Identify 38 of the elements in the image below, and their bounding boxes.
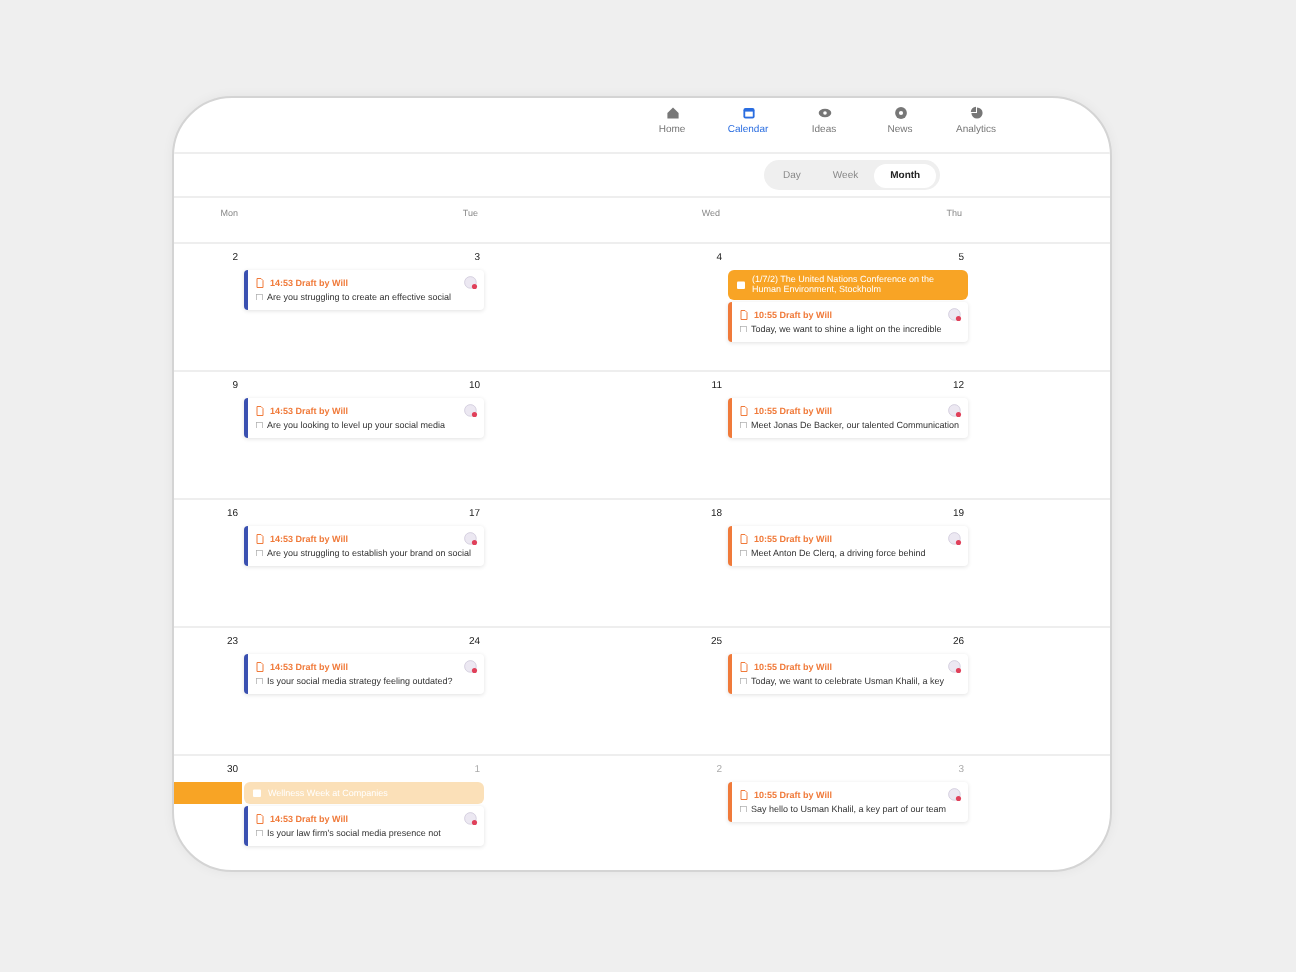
document-icon — [740, 790, 748, 800]
document-icon — [740, 534, 748, 544]
avatar-icon — [948, 788, 962, 802]
document-icon — [740, 309, 748, 320]
text-icon — [256, 549, 263, 557]
avatar-icon — [464, 812, 478, 826]
avatar-icon — [948, 660, 962, 674]
avatar-icon — [948, 307, 962, 322]
text-icon — [256, 293, 263, 301]
eye-icon — [817, 106, 831, 120]
document-icon — [256, 534, 264, 544]
text-icon — [256, 677, 263, 685]
calendar-icon — [252, 788, 262, 798]
calendar-icon — [736, 279, 746, 290]
text-icon — [740, 677, 747, 685]
avatar-icon — [464, 404, 478, 418]
pie-chart-icon — [969, 106, 983, 120]
document-icon — [740, 662, 748, 672]
text-icon — [740, 805, 747, 813]
avatar-icon — [948, 404, 962, 418]
home-icon — [665, 106, 679, 120]
avatar-icon — [464, 660, 478, 674]
text-icon — [256, 421, 263, 429]
document-icon — [740, 406, 748, 416]
avatar-icon — [948, 532, 962, 546]
avatar-icon — [464, 276, 478, 290]
document-icon — [256, 406, 264, 416]
calendar-icon — [741, 106, 755, 120]
text-icon — [740, 421, 747, 429]
all-day-event[interactable] — [174, 782, 242, 804]
avatar-icon — [464, 532, 478, 546]
text-icon — [740, 325, 747, 333]
gear-icon — [893, 106, 907, 120]
text-icon — [740, 549, 747, 557]
document-icon — [256, 278, 264, 288]
document-icon — [256, 814, 264, 824]
document-icon — [256, 662, 264, 672]
text-icon — [256, 829, 263, 837]
